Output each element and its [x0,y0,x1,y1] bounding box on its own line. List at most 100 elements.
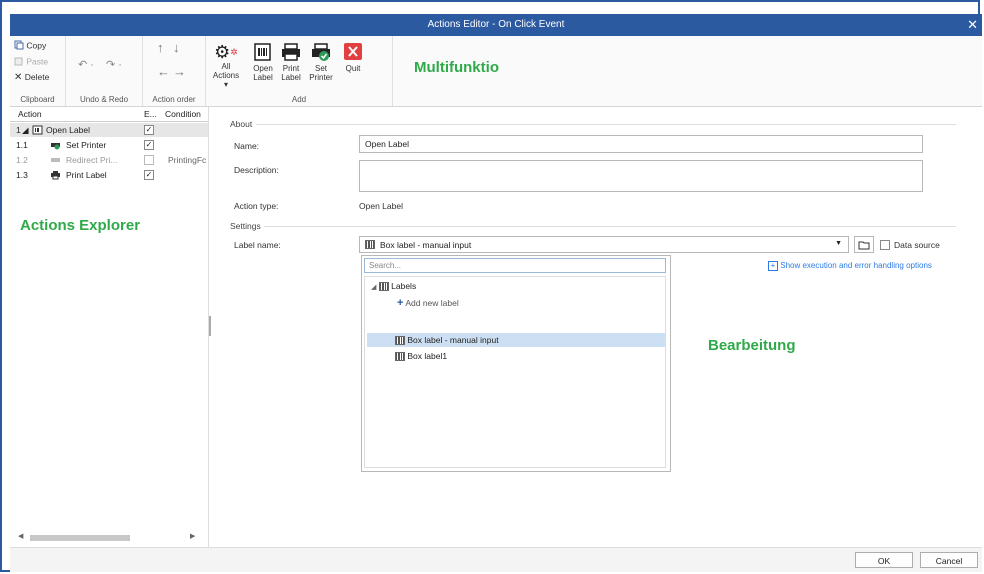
action-row-redirect-printing[interactable]: 1.2 Redirect Pri... PrintingFc [10,153,208,167]
quit-button[interactable]: Quit [340,42,366,73]
set-printer-icon [50,140,61,152]
label-item-text: Box label - manual input [407,335,499,345]
popup-search-input[interactable]: Search... [364,258,666,273]
scrollbar-thumb[interactable] [30,535,130,541]
row-number: 1 [16,125,21,135]
add-new-label-text: Add new label [405,298,459,308]
set-printer-icon [306,42,336,64]
move-up-button[interactable]: ↑ [157,40,164,55]
ok-button[interactable]: OK [855,552,913,568]
clipboard-group-label: Clipboard [20,95,55,104]
name-input[interactable]: Open Label [359,135,923,153]
redo-button[interactable]: ↷ · [106,58,122,71]
callout-multifunktion: Multifunktio [414,59,499,76]
header-enabled: E... [144,109,157,119]
action-name: Open Label [46,125,90,135]
gear-icon: ⚙✲ [214,42,238,62]
cancel-button[interactable]: Cancel [920,552,978,568]
open-label-button[interactable]: Open Label [250,42,276,82]
redo-icon: ↷ · [106,59,122,71]
title-bar: Actions Editor - On Click Event ✕ [10,14,982,36]
printer-icon [50,170,61,182]
label-name-dropdown[interactable]: Box label - manual input ▼ [359,236,849,253]
move-down-button[interactable]: ↓ [173,40,180,55]
explorer-header: Action E... Condition [10,107,208,122]
copy-label: Copy [26,40,47,51]
labels-folder-icon [378,282,389,292]
collapse-icon: ◢ [371,284,377,291]
add-new-label-item[interactable]: + Add new label [397,297,459,309]
print-label-button[interactable]: Print Label [278,42,304,82]
quit-label: Quit [345,64,361,73]
browse-folder-button[interactable] [854,236,874,253]
enabled-checkbox[interactable]: ✓ [144,125,154,135]
horizontal-scrollbar[interactable]: ◀ ▶ [18,532,198,542]
show-options-link[interactable]: + Show execution and error handling opti… [768,261,932,271]
settings-divider [264,226,956,227]
all-actions-label: All [221,62,231,71]
open-label-text-2: Label [253,73,273,82]
settings-section-title: Settings [230,221,261,231]
scroll-right-icon[interactable]: ▶ [190,532,195,540]
paste-button[interactable]: Paste [14,56,48,68]
about-section-title: About [230,119,253,129]
data-source-checkbox[interactable] [880,240,890,250]
action-row-set-printer[interactable]: 1.1 Set Printer ✓ [10,138,208,152]
set-printer-button[interactable]: Set Printer [306,42,336,82]
close-icon[interactable]: ✕ [967,17,978,33]
action-type-label: Action type: [234,201,279,211]
window-title: Actions Editor - On Click Event [427,19,565,30]
action-row-print-label[interactable]: 1.3 Print Label ✓ [10,168,208,182]
description-textarea[interactable] [359,160,923,192]
label-icon [365,240,375,249]
action-order-group: ↑ ↓ ← → Action order [143,36,206,106]
move-left-button[interactable]: ← [157,64,170,79]
description-label: Description: [234,165,279,175]
print-label-text-2: Label [281,73,301,82]
header-condition: Condition [165,109,201,119]
open-label-text-1: Open [253,64,273,73]
show-options-text: Show execution and error handling option… [780,261,932,271]
arrow-up-icon: ↑ [157,40,164,55]
move-right-button[interactable]: → [173,64,186,79]
label-item-box-label-manual-input[interactable]: Box label - manual input [395,335,499,346]
plus-icon: + [397,297,404,309]
label-item-box-label1[interactable]: Box label1 [395,351,447,362]
delete-icon: ✕ [14,72,23,84]
enabled-checkbox[interactable] [144,155,154,165]
undo-button[interactable]: ↶ · [78,58,94,71]
undo-icon: ↶ · [78,59,94,71]
action-name: Redirect Pri... [66,155,118,165]
panel-splitter[interactable] [209,316,211,336]
name-label: Name: [234,141,260,151]
open-label-icon [250,42,276,64]
arrow-left-icon: ← [157,64,170,79]
scroll-left-icon[interactable]: ◀ [18,532,23,540]
clipboard-group: Copy Paste ✕ Delete Clipboard [10,36,66,106]
tree-root-labels[interactable]: ◢ Labels [371,281,417,292]
enabled-checkbox[interactable]: ✓ [144,170,154,180]
label-icon [395,336,405,346]
paste-label: Paste [26,56,49,67]
undo-redo-group-label: Undo & Redo [79,95,129,104]
expand-icon: + [768,261,778,271]
redirect-printer-icon [50,155,61,167]
condition-value: PrintingFc [168,155,207,165]
action-name: Print Label [66,170,107,180]
tree-root-text: Labels [391,281,417,291]
printer-icon [278,42,304,64]
caret-down-icon: ▼ [835,240,842,247]
label-tree: ◢ Labels + Add new label Box label - man… [364,276,666,468]
label-dropdown-popup: Search... ◢ Labels + Add new label Box l… [361,255,671,472]
open-label-icon [32,125,43,137]
enabled-checkbox[interactable]: ✓ [144,140,154,150]
copy-button[interactable]: Copy [14,40,46,52]
caret-down-icon: ▾ [223,80,228,89]
all-actions-button[interactable]: ⚙✲ All Actions ▾ [210,42,242,89]
action-order-group-label: Action order [152,95,196,104]
row-number: 1.1 [16,140,28,150]
about-divider [256,124,956,125]
delete-button[interactable]: ✕ Delete [14,72,49,83]
action-row-open-label[interactable]: 1 ◢ Open Label ✓ [10,123,208,137]
add-group-label: Add [291,95,307,104]
